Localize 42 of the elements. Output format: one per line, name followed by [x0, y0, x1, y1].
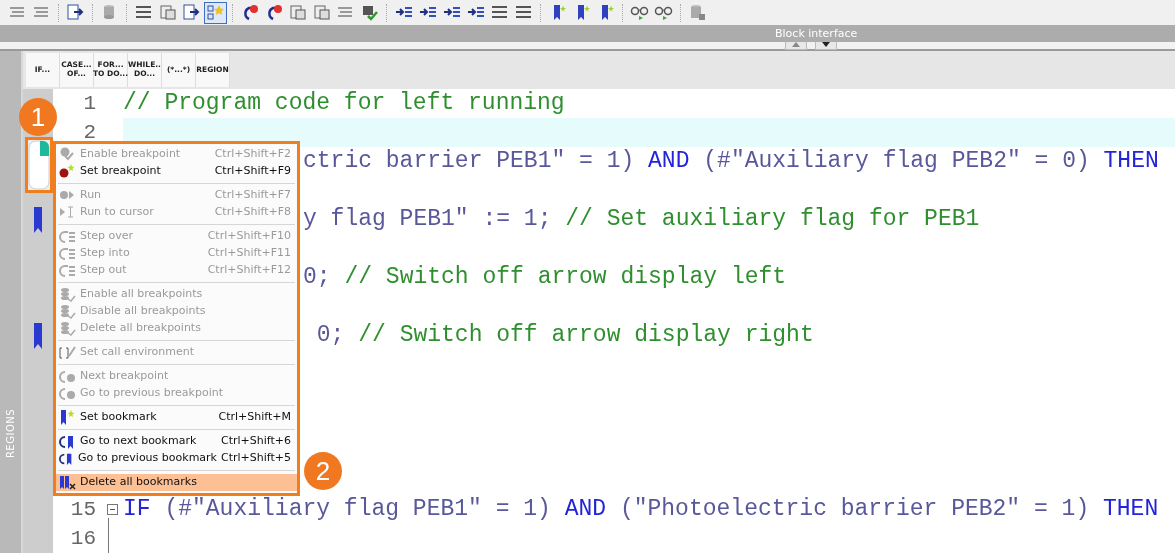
breakpoints-icon — [59, 303, 76, 320]
menu-item[interactable]: Go to next bookmark Ctrl+Shift+6 — [56, 433, 297, 450]
breakpoint-icon — [59, 146, 76, 163]
breakpoints-icon — [59, 320, 76, 337]
code-line: 0; // Switch off arrow display right — [315, 322, 814, 348]
breakpoint-icon — [59, 385, 76, 402]
breakpoints-icon — [59, 286, 76, 303]
code-line: IF (#"Auxiliary flag PEB1" = 1) AND ("Photoelectric barrier PEB2" = 1) THEN — [123, 496, 1159, 522]
triangle-icon — [792, 42, 800, 47]
triangle-icon — [822, 42, 830, 47]
code-line: ctric barrier PEB1" = 1) AND (#"Auxiliary flag PEB2" = 0) THEN — [303, 148, 1159, 174]
pages-icon — [288, 3, 307, 22]
breakpoint-icon — [59, 368, 76, 385]
star-icon — [206, 3, 225, 22]
document-icon — [66, 3, 85, 22]
cylinder-icon — [688, 3, 707, 22]
step-icon — [59, 245, 76, 262]
line-number: 15 — [69, 496, 96, 523]
step-icon — [59, 262, 76, 279]
code-line: y flag PEB1" := 1; // Set auxiliary flag for PEB1 — [303, 206, 980, 232]
line-number: 16 — [69, 525, 96, 552]
pencil-icon — [59, 344, 76, 361]
cursor-icon — [59, 204, 76, 221]
pages-icon — [158, 3, 177, 22]
menu-item[interactable]: Set bookmark Ctrl+Shift+M — [56, 409, 297, 426]
panel-title: REGIONS — [4, 408, 17, 459]
menu-item[interactable]: Delete all bookmarks — [56, 474, 297, 491]
menu-item[interactable]: Go to previous bookmark Ctrl+Shift+5 — [56, 450, 297, 467]
line-number: 2 — [82, 119, 96, 146]
pages-icon — [312, 3, 331, 22]
document-icon — [182, 3, 201, 22]
code-line: // Program code for left running — [123, 90, 565, 116]
bookmarks-icon — [59, 474, 76, 491]
step-icon — [59, 228, 76, 245]
checkmark-icon — [360, 3, 379, 22]
menu-item[interactable]: Set breakpoint Ctrl+Shift+F9 — [56, 163, 297, 180]
code-line: 0; // Switch off arrow display left — [303, 264, 787, 290]
panel-title: Block interface — [775, 26, 858, 42]
bookmark-icon — [59, 433, 76, 450]
bookmark-icon — [59, 409, 76, 426]
line-number: 1 — [82, 90, 96, 117]
breakpoint-icon — [59, 163, 76, 180]
